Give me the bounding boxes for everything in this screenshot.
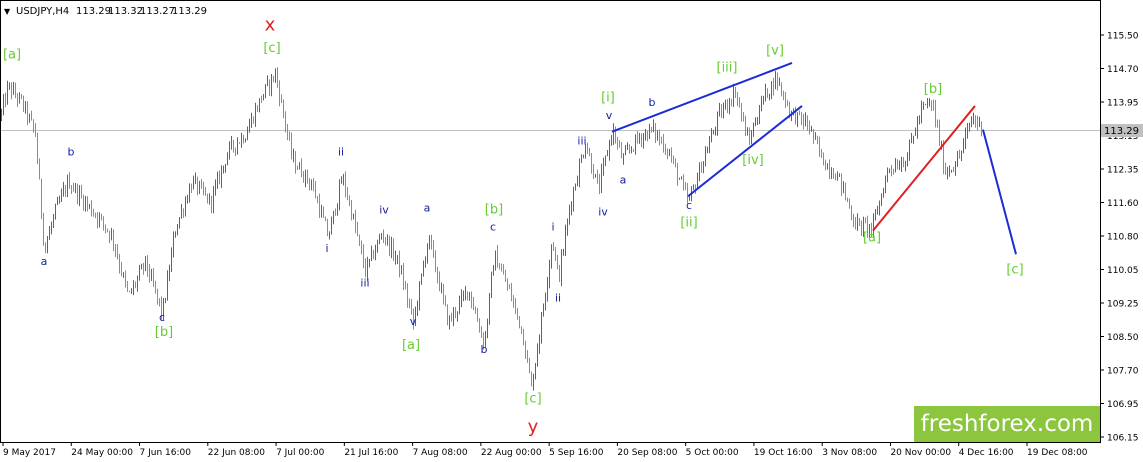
symbol-label: USDJPY,H4 [16,6,69,17]
wave-label: i [325,242,328,255]
wave-label: [iii] [717,61,738,76]
x-tick-label: 5 Sep 16:00 [549,448,604,458]
wave-label: v [606,109,613,122]
watermark-text: freshforex.com [921,411,1094,437]
x-axis-ticks: 9 May 2017 24 May 00:00 7 Jun 16:00 22 Jun … [2,442,1088,458]
wave-label: iv [379,203,389,216]
chart-header: ▼ USDJPY,H4 113.29 113.32 113.27 113.29 [4,6,207,17]
wave-label: [c] [1006,263,1023,278]
x-tick-label: 22 Jun 08:00 [208,448,265,458]
wave-label: ii [338,145,344,158]
high-value: 113.32 [108,6,143,17]
y-tick-label: 113.95 [1107,99,1139,109]
x-tick-label: 7 Aug 08:00 [413,448,468,458]
wave-label: [b] [155,325,173,340]
y-tick-label: 109.25 [1107,300,1139,310]
wave-label: [a] [3,48,21,63]
current-price-tag: 113.29 [1101,124,1143,137]
wave-label: b [481,343,488,356]
wave-labels-layer: [a]bac[b]x[c]iiiiiiivv[a]abc[b][c]yiiiii… [3,15,1024,438]
wave-label: b [649,96,656,109]
wave-label: [ii] [680,215,697,230]
price-chart[interactable]: [a]bac[b]x[c]iiiiiiivv[a]abc[b][c]yiiiii… [0,0,1143,462]
wave-label: [iv] [742,153,763,168]
wave-label: c [686,199,692,212]
x-tick-label: 4 Dec 16:00 [959,448,1014,458]
x-tick-label: 7 Jul 00:00 [276,448,325,458]
x-tick-label: 20 Sep 08:00 [617,448,677,458]
x-tick-label: 24 May 00:00 [71,448,133,458]
wave-label: a [620,173,627,186]
wave-label: y [528,417,539,438]
trend-line[interactable] [982,129,1017,255]
wave-label: [b] [924,82,942,97]
wave-label: [a] [402,338,420,353]
x-tick-label: 20 Nov 00:00 [890,448,951,458]
chart-window[interactable]: [a] b a c [b] x [c] ii i iii iv v [a] a b c [b] [c] y i ii ii… [0,0,1143,462]
x-tick-label: 22 Aug 00:00 [481,448,542,458]
watermark-logo: freshforex.com [914,406,1100,442]
y-tick-label: 106.15 [1107,434,1139,444]
x-tick-label: 21 Jul 16:00 [344,448,398,458]
y-tick-label: 114.70 [1107,65,1139,75]
wave-label: c [159,311,165,324]
y-tick-label: 110.80 [1107,233,1139,243]
trendlines-layer[interactable] [611,62,1017,255]
y-tick-label: 108.50 [1107,333,1139,343]
wave-label: v [410,315,417,328]
y-tick-label: 110.05 [1107,266,1139,276]
open-value: 113.29 [76,6,111,17]
y-tick-label: 115.50 [1107,32,1139,42]
x-tick-label: 7 Jun 16:00 [140,448,192,458]
y-tick-label: 112.35 [1107,166,1139,176]
y-axis-ticks: 115.50114.70113.95113.15112.35111.60110.… [1100,32,1139,444]
wave-label: a [41,255,48,268]
wave-label: [a] [863,230,881,245]
wave-label: [b] [485,202,503,217]
low-value: 113.27 [140,6,175,17]
wave-label: [i] [601,91,615,106]
wave-label: iii [360,277,369,290]
trend-line[interactable] [872,105,976,232]
wave-label: iii [577,135,586,148]
x-tick-label: 5 Oct 00:00 [686,448,739,458]
close-value: 113.29 [172,6,207,17]
wave-label: [v] [766,43,784,58]
current-price-value: 113.29 [1104,126,1139,137]
wave-label: b [68,145,75,158]
y-tick-label: 107.70 [1107,367,1139,377]
wave-label: ii [555,292,561,305]
x-tick-label: 19 Dec 08:00 [1027,448,1088,458]
wave-label: [c] [263,41,280,56]
x-tick-label: 19 Oct 16:00 [754,448,813,458]
wave-label: i [551,221,554,234]
wave-label: c [490,221,496,234]
wave-label: x [265,15,276,36]
x-tick-label: 3 Nov 08:00 [822,448,877,458]
wave-label: [c] [524,392,541,407]
y-tick-label: 111.60 [1107,199,1139,209]
y-tick-label: 106.95 [1107,400,1139,410]
wave-label: iv [598,206,608,219]
wave-label: a [424,201,431,214]
collapse-icon[interactable]: ▼ [4,7,11,16]
x-tick-label: 9 May 2017 [3,448,56,458]
